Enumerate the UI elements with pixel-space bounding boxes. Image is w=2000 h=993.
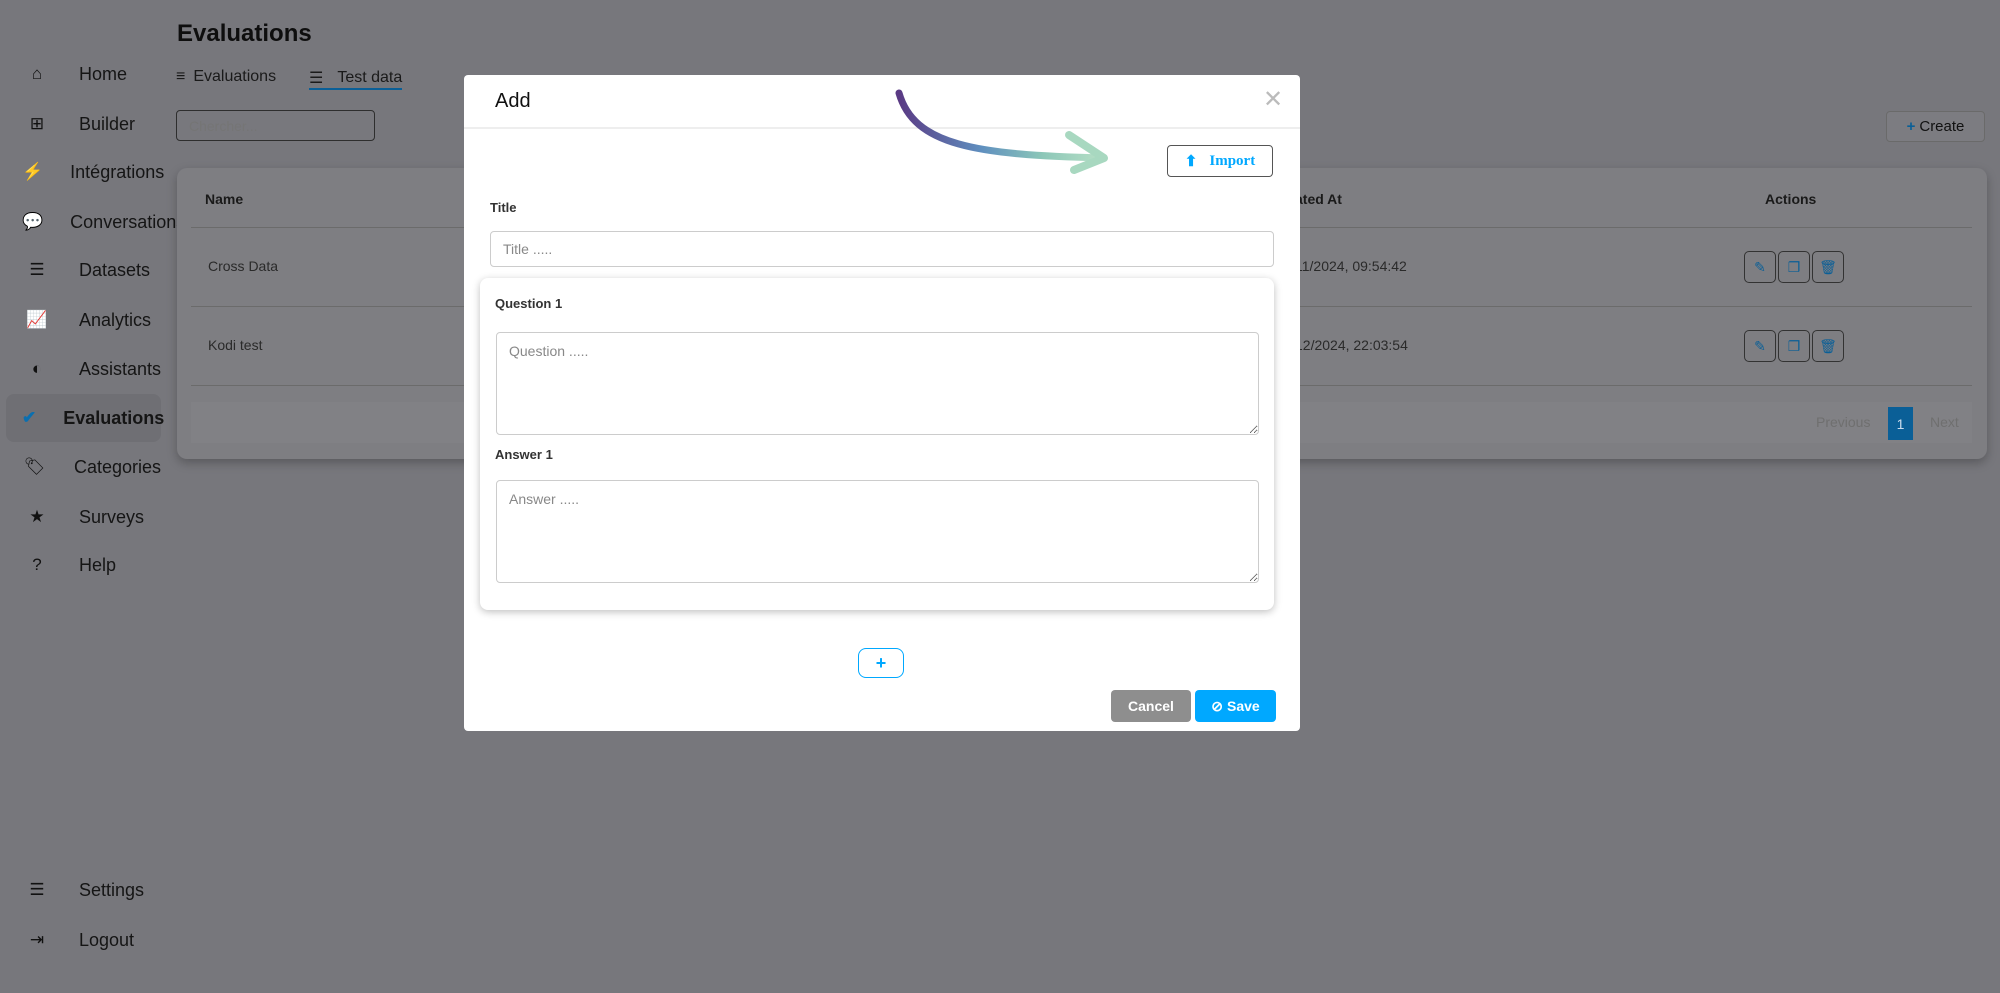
- duplicate-button[interactable]: ❐: [1778, 251, 1810, 283]
- question-label: Question 1: [495, 296, 563, 311]
- tab-label: Test data: [337, 69, 403, 86]
- page-title: Evaluations: [177, 20, 312, 47]
- sidebar-item-label: Assistants: [78, 358, 161, 379]
- add-question-button[interactable]: +: [858, 648, 904, 678]
- sidebar-item-label: Settings: [79, 879, 145, 900]
- tab-evaluations[interactable]: ≡ Evaluations: [176, 68, 276, 86]
- sign-out-icon: ⇥: [29, 930, 45, 949]
- sidebar-item-label: Datasets: [79, 259, 151, 280]
- sidebar-item-label: Analytics: [79, 309, 152, 330]
- delete-button[interactable]: 🗑: [1812, 330, 1844, 362]
- tab-test-data[interactable]: ☰ Test data: [309, 68, 403, 90]
- sidebar-item-logout[interactable]: ⇥ Logout: [6, 916, 161, 964]
- edit-button[interactable]: ✎: [1744, 330, 1776, 362]
- list-icon: ☰: [309, 70, 324, 87]
- column-header-name: Name: [205, 191, 244, 207]
- sidebar-item-builder[interactable]: ⊞ Builder: [6, 100, 161, 148]
- sidebar-item-label: Home: [79, 63, 128, 84]
- sidebar-item-analytics[interactable]: 📈 Analytics: [6, 296, 161, 344]
- row-name: Cross Data: [208, 258, 279, 274]
- question-card: Question 1 Answer 1: [480, 278, 1274, 610]
- sitemap-icon: ⊞: [29, 114, 45, 133]
- plus-icon: +: [1906, 118, 1916, 135]
- save-label: Save: [1227, 698, 1260, 714]
- sidebar-item-home[interactable]: ⌂ Home: [6, 50, 161, 98]
- sidebar-item-assistants[interactable]: ◐ Assistants: [6, 345, 161, 393]
- sidebar-item-conversations[interactable]: 💬 Conversations: [6, 198, 185, 246]
- close-icon[interactable]: ✕: [1263, 85, 1283, 114]
- sidebar-item-label: Conversations: [70, 211, 186, 232]
- row-name: Kodi test: [208, 337, 263, 353]
- add-modal: Add ✕ ⬆Import Title Question 1 Answer 1 …: [464, 75, 1300, 731]
- column-header-actions: Actions: [1765, 191, 1817, 207]
- save-button[interactable]: ⊘ Save: [1195, 690, 1276, 722]
- sidebar-item-label: Help: [79, 554, 117, 575]
- star-icon: ★: [29, 507, 45, 526]
- sidebar-item-label: Intégrations: [70, 161, 165, 182]
- title-input[interactable]: [490, 231, 1274, 267]
- check-circle-icon: ✔: [22, 408, 37, 427]
- check-circle-icon: ⊘: [1211, 697, 1224, 714]
- sidebar-item-datasets[interactable]: ☰ Datasets: [6, 246, 161, 294]
- pagination-next[interactable]: Next: [1930, 414, 1959, 430]
- copy-icon: ❐: [1787, 337, 1801, 354]
- import-label: Import: [1209, 152, 1256, 169]
- plug-icon: ⚡: [22, 162, 44, 181]
- database-icon: ☰: [29, 260, 45, 279]
- answer-textarea[interactable]: [496, 480, 1259, 583]
- sidebar-item-help[interactable]: ? Help: [6, 541, 161, 589]
- question-textarea[interactable]: [496, 332, 1259, 435]
- sidebar-item-intégrations[interactable]: ⚡ Intégrations: [6, 148, 165, 196]
- edit-button[interactable]: ✎: [1744, 251, 1776, 283]
- trash-icon: 🗑: [1819, 258, 1837, 275]
- comments-icon: 💬: [22, 212, 44, 231]
- pagination-page-1[interactable]: 1: [1888, 407, 1913, 440]
- list-icon: ≡: [176, 68, 186, 85]
- answer-label: Answer 1: [495, 447, 553, 462]
- search-input[interactable]: [176, 110, 375, 141]
- column-header-created-at: ated At: [1295, 191, 1342, 207]
- brain-icon: ◐: [31, 359, 43, 378]
- sidebar-item-evaluations[interactable]: ✔ Evaluations: [6, 394, 165, 442]
- sidebar-item-surveys[interactable]: ★ Surveys: [6, 493, 161, 541]
- chart-line-icon: 📈: [26, 310, 48, 329]
- home-icon: ⌂: [31, 64, 43, 83]
- tab-label: Evaluations: [193, 68, 277, 85]
- sidebar-item-label: Surveys: [79, 506, 145, 527]
- sidebar-item-label: Evaluations: [63, 407, 165, 428]
- title-label: Title: [490, 200, 517, 215]
- pagination-previous[interactable]: Previous: [1816, 414, 1870, 430]
- sidebar-item-label: Logout: [79, 929, 135, 950]
- question-circle-icon: ?: [32, 555, 42, 574]
- sidebar-item-label: Builder: [79, 113, 136, 134]
- arrow-annotation-icon: [895, 89, 1108, 174]
- copy-icon: ❐: [1787, 258, 1801, 275]
- sliders-icon: ☰: [29, 880, 45, 899]
- sidebar-item-categories[interactable]: 🏷 Categories: [6, 443, 161, 491]
- duplicate-button[interactable]: ❐: [1778, 330, 1810, 362]
- trash-icon: 🗑: [1819, 337, 1837, 354]
- sidebar-item-settings[interactable]: ☰ Settings: [6, 866, 161, 914]
- sidebar-item-label: Categories: [73, 456, 161, 477]
- cancel-button[interactable]: Cancel: [1111, 690, 1191, 722]
- tag-icon: 🏷: [23, 457, 46, 476]
- modal-title: Add: [495, 90, 531, 112]
- create-button[interactable]: + Create: [1886, 111, 1985, 142]
- row-date: 11/2024, 09:54:42: [1295, 258, 1407, 274]
- pencil-icon: ✎: [1754, 337, 1766, 354]
- create-label: Create: [1919, 118, 1965, 135]
- pencil-icon: ✎: [1754, 258, 1766, 275]
- delete-button[interactable]: 🗑: [1812, 251, 1844, 283]
- row-date: 12/2024, 22:03:54: [1295, 337, 1408, 353]
